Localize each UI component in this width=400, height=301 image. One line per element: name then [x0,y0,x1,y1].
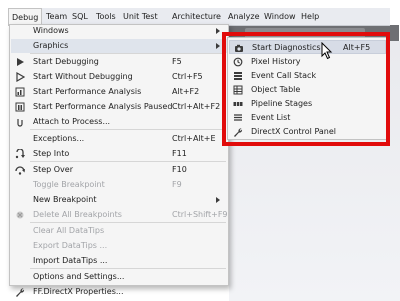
menu-item-label: Start Debugging [33,57,99,66]
menubar-item-analyze[interactable]: Analyze [225,8,263,25]
menu-item-options-and-settings[interactable]: Options and Settings... [11,270,228,284]
menu-item-shortcut: Ctrl+Alt+F2 [172,102,221,111]
menu-item-label: Export DataTips ... [33,241,108,250]
menu-item-label: Toggle Breakpoint [33,180,105,189]
menu-item-start-debugging[interactable]: Start Debugging F5 [11,55,228,69]
menu-item-new-breakpoint[interactable]: New Breakpoint [11,193,228,207]
menu-separator [30,129,226,130]
menubar-item-tools[interactable]: Tools [93,8,119,25]
menubar-item-sql[interactable]: SQL [69,8,91,25]
menu-item-start-without-debugging[interactable]: Start Without Debugging Ctrl+F5 [11,70,228,84]
menu-item-import-datatips[interactable]: Import DataTips ... [11,254,228,268]
menu-item-label: Options and Settings... [33,272,125,281]
menu-item-label: Graphics [33,41,69,50]
menu-item-graphics[interactable]: Graphics [11,39,228,53]
screenshot-stage: Debug Team SQL Tools Unit Test Architecture An… [0,0,400,301]
menu-item-label: Attach to Process... [33,117,111,126]
menu-item-toggle-breakpoint: Toggle Breakpoint F9 [11,178,228,192]
menu-separator [30,161,226,162]
highlight-annotation-box [222,32,390,146]
menu-item-start-performance-analysis[interactable]: Start Performance Analysis Alt+F2 [11,85,228,99]
play-icon [15,57,25,67]
menu-item-label: Delete All Breakpoints [33,210,122,219]
submenu-arrow-icon [216,43,220,49]
menu-item-step-over[interactable]: Step Over F10 [11,163,228,177]
menu-item-label: Start Performance Analysis [33,87,142,96]
menu-separator [30,222,226,223]
menu-item-label: Start Without Debugging [33,72,133,81]
attach-icon [15,117,25,127]
menu-item-shortcut: Alt+F2 [172,87,200,96]
menu-separator [30,268,226,269]
menu-item-delete-all-breakpoints: Delete All Breakpoints Ctrl+Shift+F9 [11,208,228,222]
menu-item-label: Start Performance Analysis Paused [33,102,173,111]
menubar-item-architecture[interactable]: Architecture [169,8,224,25]
step-into-icon [15,149,25,159]
debug-menu: Windows Graphics Start Debugging F5 Start Wi… [9,24,229,297]
menubar-item-help[interactable]: Help [298,8,322,25]
menu-item-shortcut: F5 [172,57,182,66]
submenu-arrow-icon [216,28,220,34]
menu-item-label: Clear All DataTips [33,226,105,235]
menu-item-label: Step Over [33,165,73,174]
submenu-arrow-icon [216,197,220,203]
menu-item-label: Import DataTips ... [33,256,108,265]
mouse-cursor-icon [321,42,333,60]
menu-item-shortcut: Ctrl+Alt+E [172,134,216,143]
menubar-item-unit-test[interactable]: Unit Test [120,8,161,25]
menu-item-shortcut: F11 [172,149,187,158]
menu-item-shortcut: F9 [172,180,182,189]
play-outline-icon [15,72,25,82]
menu-item-ff-directx-properties[interactable]: FF.DirectX Properties... [11,285,228,299]
menu-item-export-datatips: Export DataTips ... [11,239,228,253]
menu-item-shortcut: Ctrl+F5 [172,72,203,81]
delete-breakpoints-icon [15,210,25,220]
menu-item-label: Windows [33,26,69,35]
menu-item-label: FF.DirectX Properties... [33,287,124,296]
menu-item-start-performance-analysis-paused[interactable]: Start Performance Analysis Paused Ctrl+Al… [11,100,228,114]
performance-paused-icon [15,102,25,112]
menu-item-shortcut: Ctrl+Shift+F9 [172,210,228,219]
menu-item-label: New Breakpoint [33,195,97,204]
menu-item-label: Exceptions... [33,134,85,143]
menu-separator [30,53,226,54]
performance-icon [15,87,25,97]
menu-item-exceptions[interactable]: Exceptions... Ctrl+Alt+E [11,132,228,146]
menu-item-shortcut: F10 [172,165,187,174]
menu-item-label: Step Into [33,149,70,158]
step-over-icon [15,165,25,175]
menu-item-step-into[interactable]: Step Into F11 [11,147,228,161]
menubar-item-team[interactable]: Team [43,8,70,25]
menu-item-clear-all-datatips: Clear All DataTips [11,224,228,238]
wrench-icon [15,287,25,297]
menu-item-attach-to-process[interactable]: Attach to Process... [11,115,228,129]
menu-item-windows[interactable]: Windows [11,24,228,38]
menubar-item-window[interactable]: Window [261,8,299,25]
